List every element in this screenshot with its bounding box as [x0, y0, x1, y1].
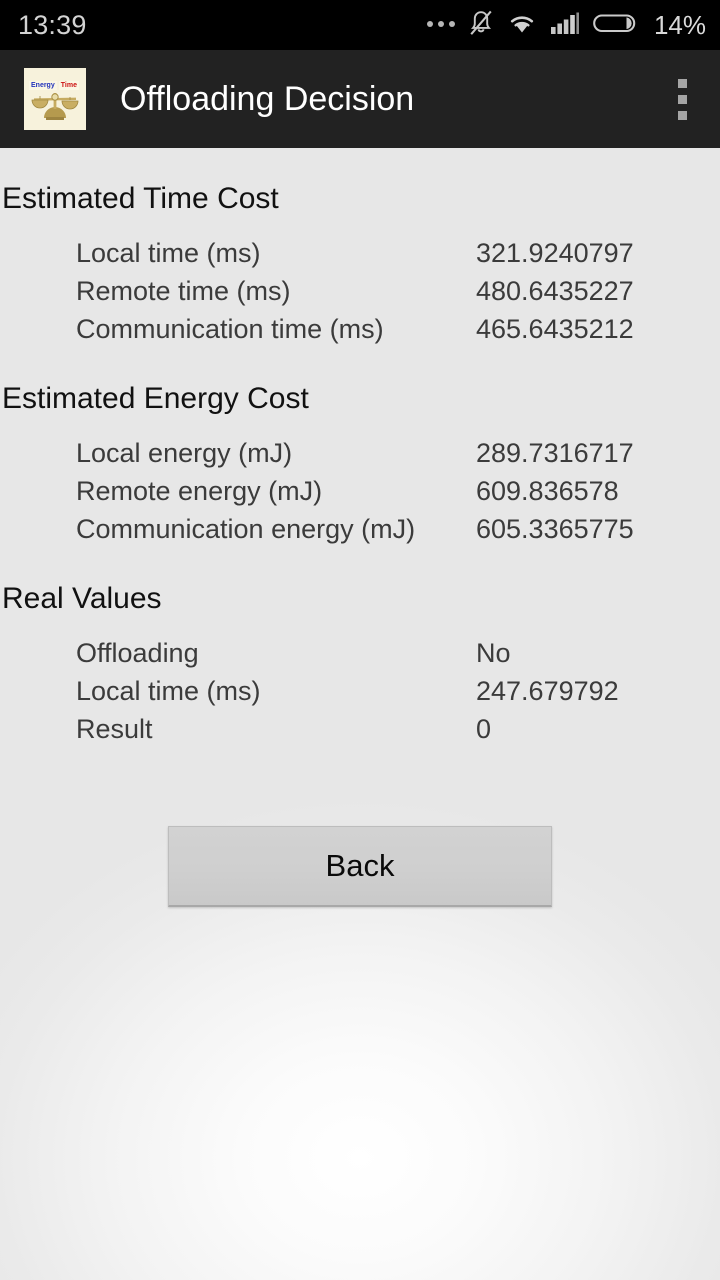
- row-label: Remote time (ms): [76, 276, 291, 306]
- balance-scale-icon: Energy Time: [24, 68, 86, 130]
- row-value: No: [476, 638, 511, 668]
- data-row: Communication time (ms) 465.6435212: [76, 316, 720, 354]
- overflow-menu-icon[interactable]: [660, 68, 704, 130]
- row-value: 321.9240797: [476, 238, 634, 268]
- wifi-icon: [507, 10, 537, 41]
- row-value: 289.7316717: [476, 438, 634, 468]
- back-button[interactable]: Back: [168, 826, 552, 907]
- data-row: Local time (ms) 247.679792: [76, 678, 720, 716]
- status-clock: 13:39: [18, 9, 87, 40]
- row-label: Offloading: [76, 638, 199, 668]
- row-label: Result: [76, 714, 153, 744]
- row-value: 465.6435212: [476, 314, 634, 344]
- section-estimated-time-cost: Estimated Time Cost Local time (ms) 321.…: [0, 184, 720, 354]
- button-row: Back: [0, 826, 720, 907]
- more-dots-icon: [426, 21, 455, 29]
- icon-energy-tag: Energy: [29, 81, 57, 90]
- app-screen: 13:39 14% Energy Time Offloading Decisio…: [0, 0, 720, 1280]
- data-row: Local energy (mJ) 289.7316717: [76, 440, 720, 478]
- data-row: Offloading No: [76, 640, 720, 678]
- battery-icon: [593, 10, 639, 41]
- row-list: Local energy (mJ) 289.7316717 Remote ene…: [2, 440, 720, 554]
- row-value: 605.3365775: [476, 514, 634, 544]
- row-value: 480.6435227: [476, 276, 634, 306]
- row-value: 0: [476, 714, 492, 744]
- icon-time-tag: Time: [58, 81, 79, 90]
- bell-muted-icon: [468, 9, 494, 42]
- section-real-values: Real Values Offloading No Local time (ms…: [0, 584, 720, 754]
- action-bar: Energy Time Offloading Decision: [0, 50, 720, 148]
- section-header: Estimated Energy Cost: [2, 382, 309, 415]
- section-header: Estimated Time Cost: [2, 182, 279, 215]
- content-area: Estimated Time Cost Local time (ms) 321.…: [0, 148, 720, 1280]
- data-row: Local time (ms) 321.9240797: [76, 240, 720, 278]
- row-label: Remote energy (mJ): [76, 476, 323, 506]
- row-label: Local energy (mJ): [76, 438, 293, 468]
- row-value: 247.679792: [476, 676, 619, 706]
- battery-percent-label: 14%: [653, 10, 706, 40]
- data-row: Remote time (ms) 480.6435227: [76, 278, 720, 316]
- row-label: Local time (ms): [76, 238, 261, 268]
- row-value: 609.836578: [476, 476, 619, 506]
- row-list: Local time (ms) 321.9240797 Remote time …: [2, 240, 720, 354]
- cellular-signal-icon: [550, 10, 580, 41]
- page-title: Offloading Decision: [120, 80, 415, 118]
- section-header: Real Values: [2, 582, 162, 615]
- data-row: Result 0: [76, 716, 720, 754]
- status-icons: 14%: [426, 9, 706, 42]
- data-row: Remote energy (mJ) 609.836578: [76, 478, 720, 516]
- row-label: Communication energy (mJ): [76, 514, 416, 544]
- data-row: Communication energy (mJ) 605.3365775: [76, 516, 720, 554]
- status-bar: 13:39 14%: [0, 0, 720, 50]
- row-list: Offloading No Local time (ms) 247.679792…: [2, 640, 720, 754]
- section-estimated-energy-cost: Estimated Energy Cost Local energy (mJ) …: [0, 384, 720, 554]
- row-label: Communication time (ms): [76, 314, 384, 344]
- row-label: Local time (ms): [76, 676, 261, 706]
